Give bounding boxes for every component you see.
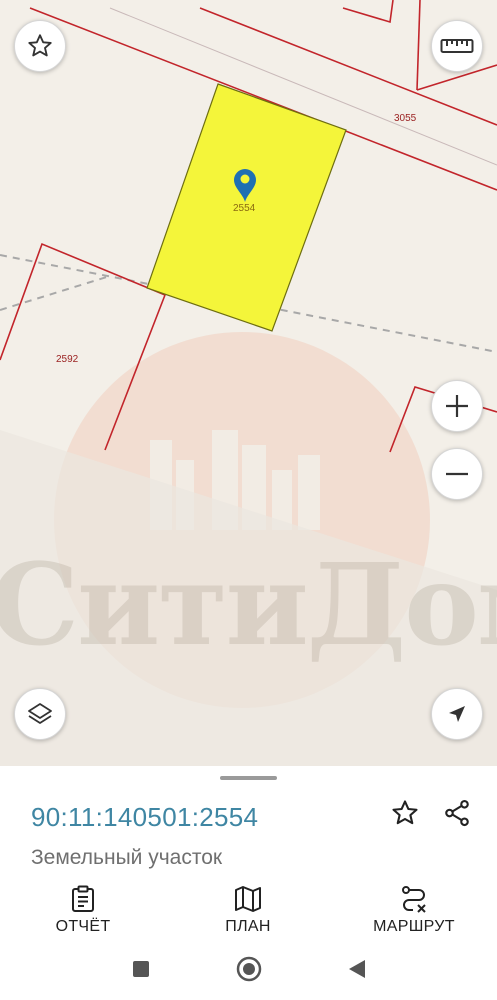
star-icon <box>392 800 418 825</box>
parcel-label-selected: 2554 <box>233 203 256 214</box>
plan-label: ПЛАН <box>225 918 271 935</box>
route-label: МАРШРУТ <box>373 918 455 935</box>
map-folded-icon <box>235 886 261 912</box>
ruler-button[interactable] <box>431 20 483 72</box>
watermark-text: СитиДом <box>0 540 497 671</box>
layers-button[interactable] <box>14 688 66 740</box>
share-icon <box>445 799 469 827</box>
map-view[interactable]: СитиДом 2554 3055 2592 <box>0 0 497 770</box>
favorite-object-button[interactable] <box>388 796 422 830</box>
home-button[interactable] <box>234 954 264 984</box>
share-button[interactable] <box>440 796 474 830</box>
cadastral-number[interactable]: 90:11:140501:2554 <box>31 802 258 833</box>
object-type: Земельный участок <box>31 846 223 869</box>
report-label: ОТЧЁТ <box>55 918 111 935</box>
my-location-button[interactable] <box>431 688 483 740</box>
minus-icon <box>446 472 468 476</box>
plan-action[interactable]: ПЛАН <box>193 884 303 940</box>
recents-button[interactable] <box>126 954 156 984</box>
clipboard-list-icon <box>72 885 94 912</box>
star-icon <box>28 34 52 57</box>
ruler-icon <box>440 39 474 53</box>
parcel-label-3055: 3055 <box>394 113 417 124</box>
route-icon <box>402 886 426 913</box>
parcel-label-2592: 2592 <box>56 354 79 365</box>
square-icon <box>133 961 149 977</box>
zoom-out-button[interactable] <box>431 448 483 500</box>
circle-icon <box>236 956 262 982</box>
favorite-button[interactable] <box>14 20 66 72</box>
plus-icon <box>446 395 468 417</box>
layers-icon <box>28 703 52 724</box>
sheet-drag-handle[interactable] <box>220 776 277 780</box>
route-action[interactable]: МАРШРУТ <box>359 884 469 940</box>
navigation-arrow-icon <box>449 706 465 722</box>
report-action[interactable]: ОТЧЁТ <box>28 884 138 940</box>
triangle-left-icon <box>349 960 365 978</box>
back-button[interactable] <box>342 954 372 984</box>
zoom-in-button[interactable] <box>431 380 483 432</box>
